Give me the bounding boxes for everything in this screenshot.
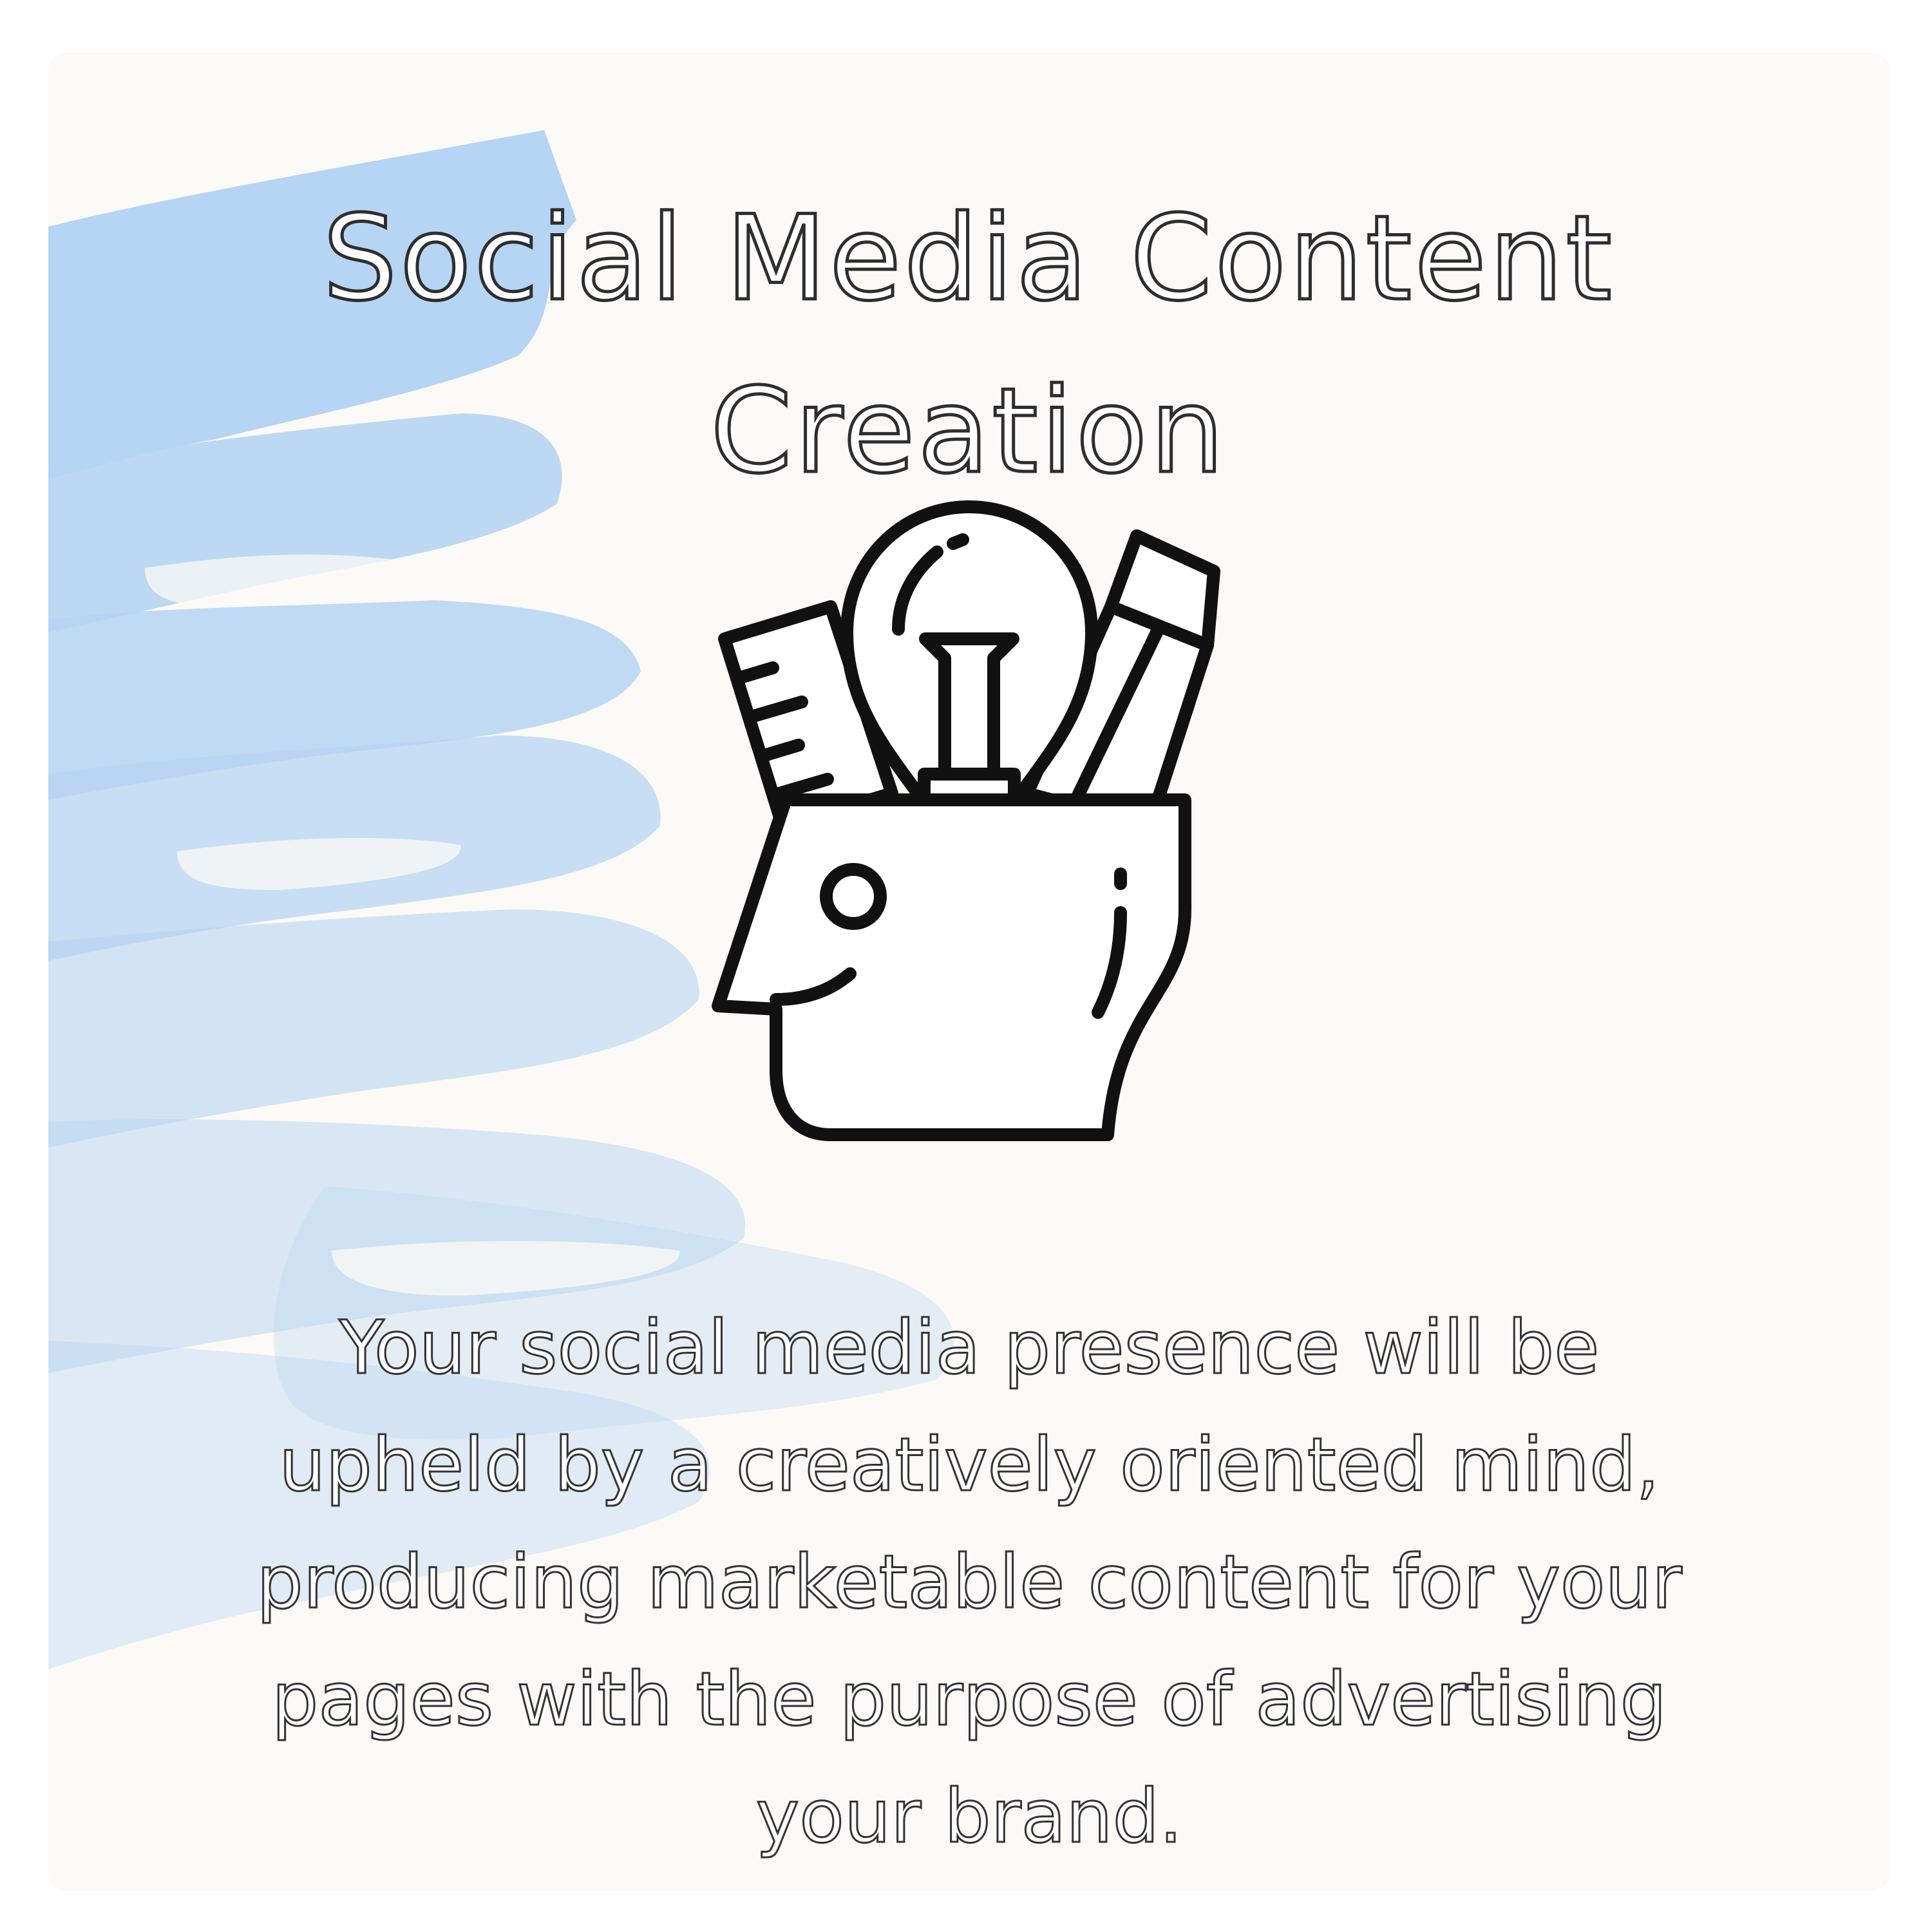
creative-mind-icon: [705, 491, 1285, 1199]
description-text: Your social media presence will be uphel…: [256, 1304, 1683, 1861]
content-card: Social Media Content Creation Your socia…: [48, 53, 1889, 1891]
page: Social Media Content Creation Your socia…: [0, 0, 1932, 1932]
page-title: Social Media Content Creation: [321, 189, 1615, 501]
head-icon: [712, 793, 1191, 1141]
